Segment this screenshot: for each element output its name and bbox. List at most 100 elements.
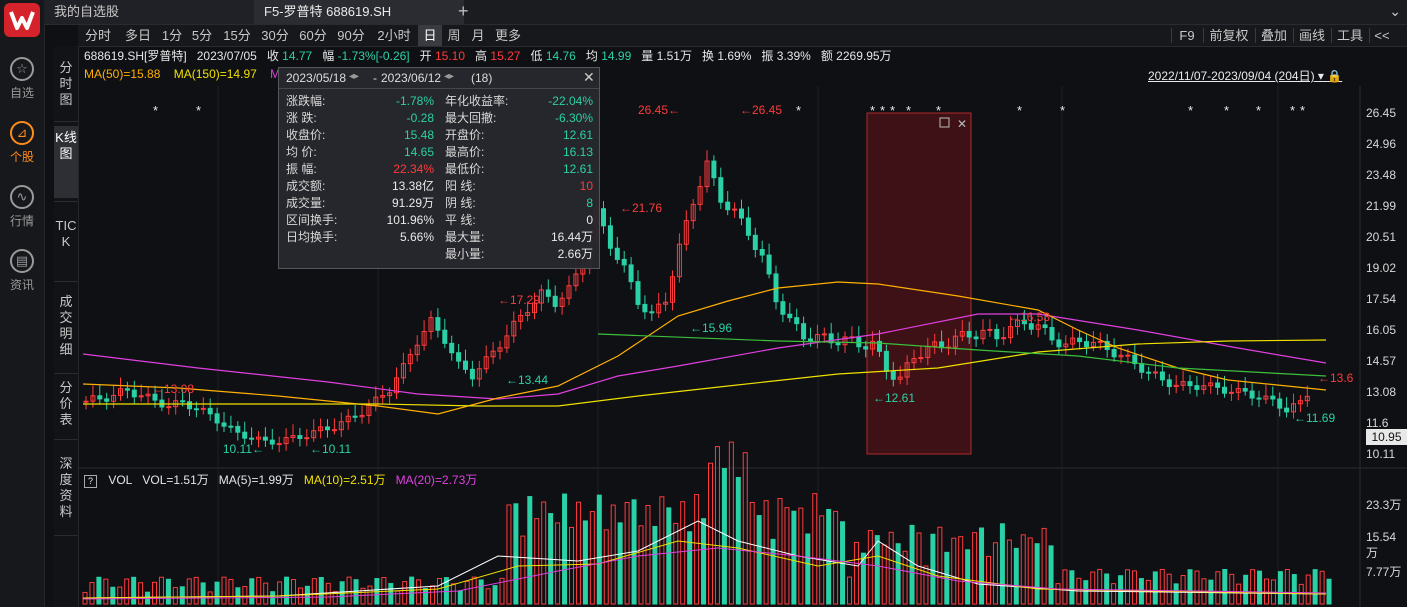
vtab-5[interactable]: 深度资料 [54,452,78,532]
candle-body [739,208,744,219]
volume-bar [916,532,922,605]
vol-indicator-name[interactable]: VOL [108,473,132,487]
period-1[interactable]: 多日 [118,25,158,46]
candle-body [821,333,827,336]
volume-bar [103,578,109,605]
volume-bar [318,576,324,605]
tab-watchlist[interactable]: 我的自选股 [44,0,254,24]
volume-bar [172,587,178,605]
volume-bar [1020,534,1026,605]
lock-icon[interactable]: 🔒 [1327,69,1342,83]
date-range-label[interactable]: 2022/11/07-2023/09/04 (204日) ▾ 🔒 [1148,67,1342,84]
vtab-3[interactable]: 成交明细 [54,290,78,370]
dropdown-icon[interactable]: ▾ [1318,69,1324,83]
candle-body [325,426,330,431]
new-tab-button[interactable]: + [458,0,469,22]
tool-0[interactable]: F9 [1173,25,1201,46]
volume-bar [124,578,130,605]
stat-label: 区间换手: [286,213,338,227]
vtab-1[interactable]: K线图 [54,126,78,198]
period-0[interactable]: 分时 [78,25,118,46]
stat-value: 16.13 [562,145,593,159]
volume-bar [464,580,470,605]
quote-info-line: 688619.SH[罗普特] 2023/07/05 收 14.77 幅 -1.7… [84,47,892,64]
price-annotation: ←16.53 [1008,310,1050,324]
close-value: 14.77 [282,49,313,63]
tool-5[interactable]: << [1371,25,1393,46]
divider [1255,28,1256,43]
candle-body [297,435,303,439]
stat-value: 101.96% [386,213,434,227]
period-9[interactable]: 日 [418,25,442,46]
candle-body [718,177,724,203]
volume-bar [165,578,171,605]
volume-tick: 7.77万 [1366,565,1402,579]
amp-label: 振 [761,49,774,63]
high-label: 高 [475,49,488,63]
candle-body [890,370,896,380]
volume-bar [728,441,734,605]
vtab-0[interactable]: 分时图 [54,56,78,118]
volume-bar [353,579,359,605]
stat-label: 收盘价: [286,128,326,142]
volume-bar [1312,569,1318,605]
candle-body [207,407,213,415]
volume-bar [881,544,887,605]
volume-bar [1180,575,1186,605]
step-arrows-icon[interactable]: ◂▸ [349,71,359,82]
volume-bar [346,576,352,605]
rail-item-2[interactable]: ∿ 行情 [0,185,44,229]
period-8[interactable]: 2小时 [370,25,418,46]
period-11[interactable]: 月 [466,25,490,46]
vtab-2[interactable]: TICK [54,214,78,278]
chevron-down-icon[interactable]: ⌄ [1389,0,1401,22]
price-annotation: ←13.08 [152,382,194,396]
stat-value: 12.61 [562,162,593,176]
rail-item-0[interactable]: ☆ 自选 [0,57,44,101]
help-icon[interactable]: ? [84,475,97,488]
amt-value: 2269.95万 [836,49,892,63]
code-name: 688619.SH[罗普特] [84,49,187,63]
popup-from-date: 2023/05/18 [286,71,347,85]
price-annotation: ←17.29 [498,293,540,307]
volume-bar [652,525,658,605]
tab-stock[interactable]: F5-罗普特 688619.SH [254,0,464,24]
volume-bar [256,576,262,605]
avg-value: 14.99 [601,49,632,63]
period-10[interactable]: 周 [442,25,466,46]
rail-item-1[interactable]: ⊿ 个股 [0,121,44,165]
volume-bar [1159,568,1165,605]
tool-2[interactable]: 叠加 [1257,25,1291,46]
period-7[interactable]: 90分 [332,25,370,46]
candle-body [1187,381,1193,387]
price-tick: 20.51 [1366,230,1397,244]
volume-bar [297,587,303,605]
popup-to-date: 2023/06/12 [381,71,442,85]
period-2[interactable]: 1分 [158,25,186,46]
volume-bar [965,549,971,605]
popup-stat-row: 开盘价: 12.61 [445,127,593,144]
stat-value: 14.65 [403,145,434,159]
period-4[interactable]: 15分 [218,25,256,46]
close-icon[interactable]: ✕ [583,69,595,86]
period-3[interactable]: 5分 [186,25,218,46]
tool-4[interactable]: 工具 [1333,25,1367,46]
tool-1[interactable]: 前复权 [1205,25,1253,46]
low-value: 14.76 [545,49,576,63]
volume-bar [471,576,477,605]
vtab-4[interactable]: 分价表 [54,376,78,436]
volume-bar [575,501,581,605]
candle-body [269,439,275,445]
period-6[interactable]: 60分 [294,25,332,46]
date: 2023/07/05 [196,49,257,63]
close-label: 收 [266,49,279,63]
period-12[interactable]: 更多 [490,25,526,46]
volume-bar [117,586,123,605]
rail-item-3[interactable]: ▤ 资讯 [0,249,44,293]
volume-bar [1034,543,1040,605]
tool-3[interactable]: 画线 [1295,25,1329,46]
period-5[interactable]: 30分 [256,25,294,46]
volume-bar [972,532,978,605]
volume-bar [249,578,255,605]
step-arrows-icon-2[interactable]: ◂▸ [444,71,454,82]
